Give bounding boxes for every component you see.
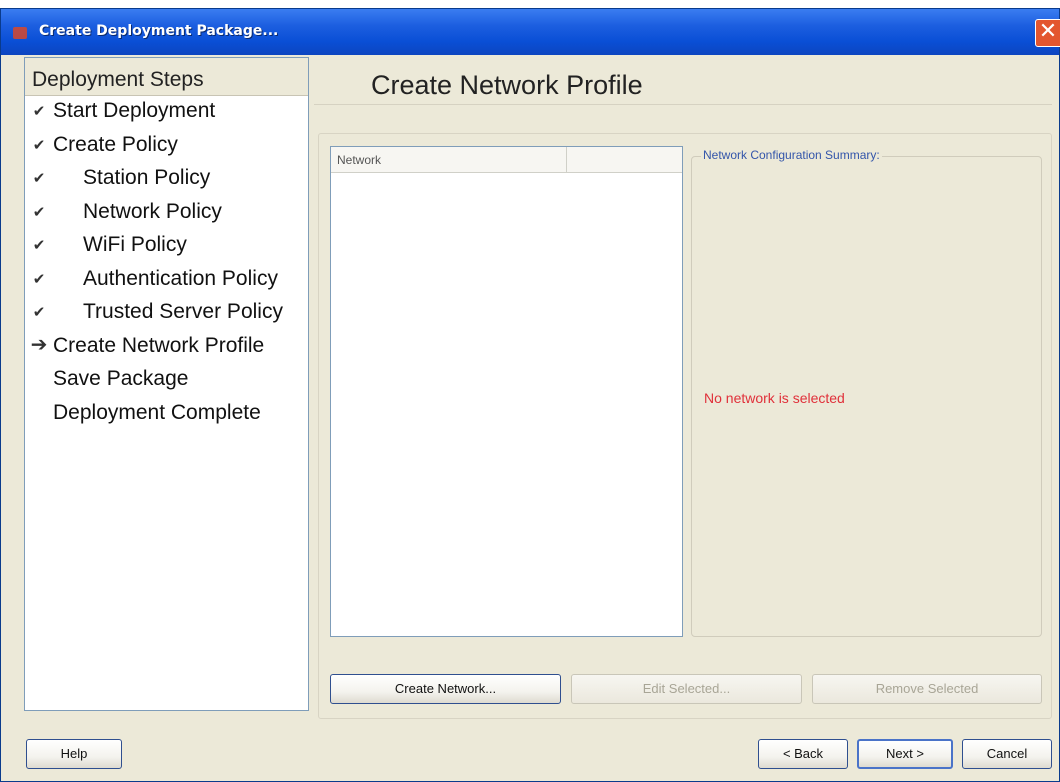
step-label: Station Policy (83, 166, 211, 189)
create-network-button[interactable]: Create Network... (330, 674, 561, 704)
step-create-network-profile: ➔ Create Network Profile (25, 331, 308, 365)
step-label: Create Network Profile (53, 333, 265, 357)
back-button[interactable]: < Back (758, 739, 848, 769)
no-network-selected-message: No network is selected (704, 390, 845, 406)
step-wifi-policy: ✔ WiFi Policy (25, 230, 308, 264)
step-label: Network Policy (83, 199, 222, 223)
next-button[interactable]: Next > (857, 739, 953, 769)
checkmark-icon: ✔ (32, 303, 46, 321)
step-authentication-policy: ✔ Authentication Policy (25, 264, 308, 298)
network-list[interactable]: Network (330, 146, 683, 637)
remove-selected-button[interactable]: Remove Selected (812, 674, 1042, 704)
step-trusted-server-policy: ✔ Trusted Server Policy (25, 297, 308, 331)
checkmark-icon: ✔ (32, 135, 46, 154)
steps-header: Deployment Steps (25, 58, 308, 96)
summary-legend: Network Configuration Summary: (701, 148, 882, 162)
window-title: Create Deployment Package... (39, 23, 279, 39)
checkmark-icon: ✔ (32, 269, 46, 288)
step-network-policy: ✔ Network Policy (25, 197, 308, 231)
cancel-button[interactable]: Cancel (962, 739, 1052, 769)
step-label: WiFi Policy (83, 233, 187, 256)
step-label: Create Policy (53, 132, 178, 156)
title-divider (314, 104, 1052, 105)
list-header: Network (331, 147, 682, 173)
step-create-policy: ✔ Create Policy (25, 130, 308, 164)
page-title: Create Network Profile (371, 70, 643, 100)
step-start-deployment: ✔ Start Deployment (25, 96, 308, 130)
checkmark-icon: ✔ (32, 102, 46, 120)
step-deployment-complete: Deployment Complete (25, 398, 308, 432)
close-icon[interactable]: ✕ (1035, 19, 1060, 47)
edit-selected-button[interactable]: Edit Selected... (571, 674, 802, 704)
step-station-policy: ✔ Station Policy (25, 163, 308, 197)
step-label: Trusted Server Policy (83, 300, 283, 323)
step-label: Authentication Policy (83, 266, 278, 290)
step-save-package: Save Package (25, 364, 308, 398)
deployment-steps-panel: Deployment Steps ✔ Start Deployment ✔ Cr… (24, 57, 309, 711)
step-label: Save Package (53, 367, 189, 390)
current-step-arrow-icon: ➔ (30, 331, 48, 356)
column-header-blank[interactable] (567, 147, 684, 173)
title-bar[interactable]: Create Deployment Package... ✕ (1, 9, 1060, 55)
column-header-network[interactable]: Network (331, 147, 567, 173)
checkmark-icon: ✔ (32, 169, 46, 187)
step-label: Deployment Complete (53, 400, 261, 424)
checkmark-icon: ✔ (32, 236, 46, 254)
app-icon (13, 27, 27, 39)
help-button[interactable]: Help (26, 739, 122, 769)
step-label: Start Deployment (53, 99, 216, 122)
checkmark-icon: ✔ (32, 202, 46, 221)
